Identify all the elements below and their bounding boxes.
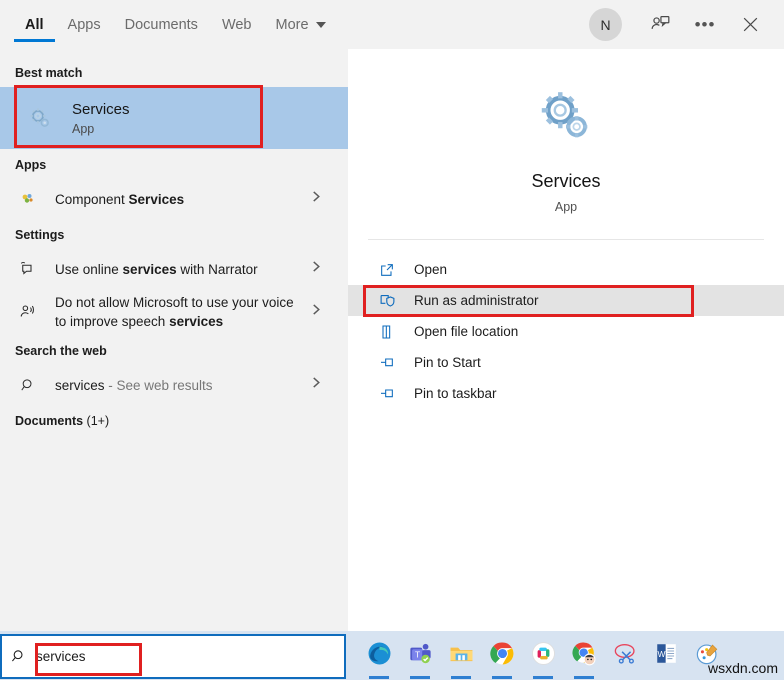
watermark: wsxdn.com [707,660,778,676]
result-web-search-services[interactable]: services - See web results [0,365,348,405]
tab-documents[interactable]: Documents [113,0,210,49]
search-icon [15,377,41,394]
chevron-down-icon [315,21,326,28]
action-open-file-location[interactable]: Open file location [348,316,784,347]
taskbar-app-snipping-tool-icon[interactable] [608,636,642,676]
taskbar-apps: T W [362,636,724,679]
narrator-icon [15,260,41,278]
best-match-result-services[interactable]: Services App [0,87,348,149]
tab-apps-label: Apps [67,16,101,33]
taskbar-app-chrome-profile-icon[interactable] [567,636,601,679]
chevron-right-icon[interactable] [311,375,322,395]
tab-web[interactable]: Web [210,0,264,49]
voice-icon [15,303,41,321]
taskbar-app-slack-icon[interactable] [526,636,560,679]
avatar[interactable]: N [589,8,622,41]
taskbar: services T W [0,631,784,680]
open-icon [374,262,400,278]
tab-more-label: More [275,16,309,33]
close-icon[interactable] [730,5,770,45]
taskbar-app-edge-icon[interactable] [362,636,396,679]
preview-pane: Services App Open Run as administrator O… [348,49,784,631]
taskbar-app-word-icon[interactable]: W [649,636,683,676]
section-header-search-the-web: Search the web [15,344,107,358]
taskbar-search-box[interactable]: services [0,634,346,679]
svg-text:T: T [414,649,419,659]
preview-title: Services [531,171,601,191]
shield-run-icon [374,292,400,309]
running-indicator [451,675,471,679]
search-flyout: All Apps Documents Web More N ••• Best m… [0,0,784,631]
svg-text:W: W [657,648,665,658]
tab-documents-label: Documents [124,16,198,33]
section-header-best-match: Best match [15,66,83,80]
person-feedback-icon[interactable] [640,5,680,45]
result-label: Use online services with Narrator [55,261,258,277]
services-gears-icon [348,75,784,159]
avatar-initial: N [600,16,611,33]
action-open[interactable]: Open [348,254,784,285]
tab-all-label: All [25,16,44,33]
pin-icon [374,355,400,371]
action-label: Open [414,262,448,277]
screen: All Apps Documents Web More N ••• Best m… [0,0,784,680]
chevron-right-icon[interactable] [311,302,322,322]
magnifier-icon [2,648,36,665]
running-indicator [410,675,430,679]
action-pin-to-taskbar[interactable]: Pin to taskbar [348,378,784,409]
best-match-title: Services [72,101,130,118]
folder-location-icon [374,324,400,340]
action-label: Pin to Start [414,355,481,370]
result-label: services - See web results [55,377,213,393]
chevron-right-icon[interactable] [311,259,322,279]
preview-subtitle: App [554,200,578,214]
results-body: Best match Services App Apps Component S… [0,49,784,631]
component-services-icon [15,191,41,207]
section-header-settings: Settings [15,228,65,242]
header-actions: N ••• [589,5,784,45]
tab-web-label: Web [221,16,252,33]
filter-tab-bar: All Apps Documents Web More N ••• [0,0,784,49]
result-label: Do not allow Microsoft to use your voice… [55,295,294,329]
result-voice-speech-services[interactable]: Do not allow Microsoft to use your voice… [0,289,348,335]
tab-apps[interactable]: Apps [56,0,113,49]
result-label: Component Services [55,191,185,207]
preview-divider [368,239,764,240]
action-pin-to-start[interactable]: Pin to Start [348,347,784,378]
app-preview: Services App [348,49,784,214]
taskbar-app-chrome-icon[interactable] [485,636,519,679]
section-header-documents: Documents (1+) [15,414,110,428]
running-indicator [492,675,512,679]
app-actions-list: Open Run as administrator Open file loca… [348,254,784,409]
running-indicator [533,675,553,679]
action-label: Run as administrator [414,293,539,308]
result-narrator-online-services[interactable]: Use online services with Narrator [0,249,348,289]
services-gears-icon [22,105,58,132]
ellipsis-icon[interactable]: ••• [685,5,725,45]
taskbar-app-teams-icon[interactable]: T [403,636,437,679]
taskbar-app-file-explorer-icon[interactable] [444,636,478,679]
result-component-services[interactable]: Component Services [0,179,348,219]
action-run-as-administrator[interactable]: Run as administrator [348,285,784,316]
action-label: Open file location [414,324,519,339]
running-indicator [369,675,389,679]
pin-icon [374,386,400,402]
search-input[interactable]: services [36,649,86,664]
action-label: Pin to taskbar [414,386,497,401]
best-match-subtitle: App [72,122,95,136]
tab-all[interactable]: All [13,0,56,49]
tab-more[interactable]: More [264,0,338,49]
running-indicator [574,675,594,679]
results-list-pane: Best match Services App Apps Component S… [0,49,348,631]
section-header-apps: Apps [15,158,47,172]
chevron-right-icon[interactable] [311,189,322,209]
